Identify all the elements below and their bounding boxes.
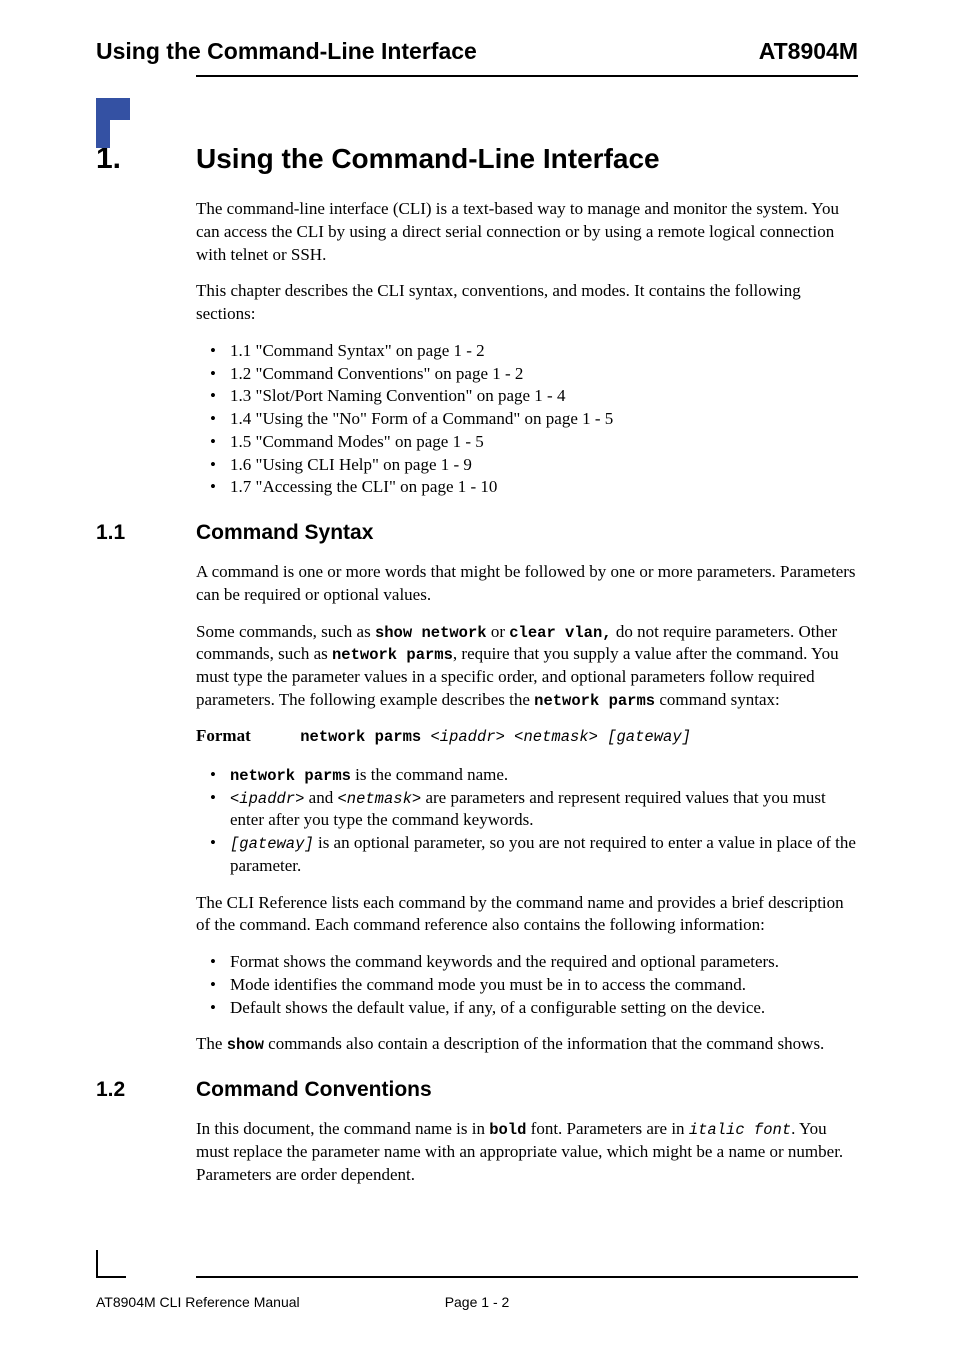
text: Some commands, such as — [196, 622, 375, 641]
header-rule — [196, 75, 858, 77]
s12-paragraph-1: In this document, the command name is in… — [196, 1118, 858, 1186]
section-number: 1.1 — [96, 521, 196, 545]
s11-paragraph-3: The CLI Reference lists each command by … — [196, 892, 858, 938]
footer-page-number: Page 1 - 2 — [96, 1294, 858, 1310]
code-show: show — [227, 1036, 264, 1054]
s11-paragraph-2: Some commands, such as show network or c… — [196, 621, 858, 712]
list-item: Mode identifies the command mode you mus… — [196, 974, 858, 997]
code-netmask: <netmask> — [337, 790, 421, 808]
page-header: Using the Command-Line Interface AT8904M — [96, 38, 858, 65]
code-network-parms: network parms — [230, 767, 351, 785]
s11-paragraph-4: The show commands also contain a descrip… — [196, 1033, 858, 1056]
list-item: Default shows the default value, if any,… — [196, 997, 858, 1020]
section-1-2-heading: 1.2 Command Conventions — [96, 1078, 858, 1102]
toc-item: 1.1 "Command Syntax" on page 1 - 2 — [196, 340, 858, 363]
text: is an optional parameter, so you are not… — [230, 833, 856, 875]
toc-list: 1.1 "Command Syntax" on page 1 - 2 1.2 "… — [196, 340, 858, 499]
code-bold: bold — [489, 1121, 526, 1139]
text: and — [304, 788, 337, 807]
text: commands also contain a description of t… — [264, 1034, 824, 1053]
text: or — [487, 622, 510, 641]
intro-paragraph-1: The command-line interface (CLI) is a te… — [196, 198, 858, 266]
header-right: AT8904M — [759, 38, 858, 65]
toc-item: 1.4 "Using the "No" Form of a Command" o… — [196, 408, 858, 431]
section-1-1-heading: 1.1 Command Syntax — [96, 521, 858, 545]
code-show-network: show network — [375, 624, 487, 642]
text: is the command name. — [351, 765, 508, 784]
text: font. Parameters are in — [526, 1119, 688, 1138]
header-left: Using the Command-Line Interface — [96, 38, 477, 65]
intro-paragraph-2: This chapter describes the CLI syntax, c… — [196, 280, 858, 326]
code-ipaddr: <ipaddr> — [230, 790, 304, 808]
format-label: Format — [196, 726, 296, 746]
code-network-parms: network parms — [534, 692, 655, 710]
info-bullets: Format shows the command keywords and th… — [196, 951, 858, 1019]
footer-rule — [196, 1276, 858, 1278]
footer-corner-icon — [96, 1250, 110, 1278]
toc-item: 1.2 "Command Conventions" on page 1 - 2 — [196, 363, 858, 386]
section-title: Command Conventions — [196, 1078, 432, 1102]
chapter-number: 1. — [96, 142, 196, 176]
format-args: <ipaddr> <netmask> [gateway] — [421, 728, 691, 746]
list-item: <ipaddr> and <netmask> are parameters an… — [196, 787, 858, 833]
format-row: Format network parms <ipaddr> <netmask> … — [196, 726, 858, 746]
text: In this document, the command name is in — [196, 1119, 489, 1138]
toc-item: 1.3 "Slot/Port Naming Convention" on pag… — [196, 385, 858, 408]
text: The — [196, 1034, 227, 1053]
format-command: network parms — [300, 728, 421, 746]
code-gateway: [gateway] — [230, 835, 314, 853]
code-network-parms: network parms — [332, 646, 453, 664]
toc-item: 1.6 "Using CLI Help" on page 1 - 9 — [196, 454, 858, 477]
toc-item: 1.7 "Accessing the CLI" on page 1 - 10 — [196, 476, 858, 499]
list-item: [gateway] is an optional parameter, so y… — [196, 832, 858, 878]
code-clear-vlan: clear vlan, — [509, 624, 611, 642]
chapter-heading: 1. Using the Command-Line Interface — [96, 142, 858, 176]
section-title: Command Syntax — [196, 521, 373, 545]
syntax-bullets: network parms is the command name. <ipad… — [196, 764, 858, 878]
toc-item: 1.5 "Command Modes" on page 1 - 5 — [196, 431, 858, 454]
code-italic-font: italic font — [689, 1121, 791, 1139]
chapter-title: Using the Command-Line Interface — [196, 143, 660, 175]
list-item: network parms is the command name. — [196, 764, 858, 787]
text: command syntax: — [655, 690, 780, 709]
page-footer: AT8904M CLI Reference Manual Page 1 - 2 — [96, 1294, 858, 1310]
list-item: Format shows the command keywords and th… — [196, 951, 858, 974]
section-number: 1.2 — [96, 1078, 196, 1102]
s11-paragraph-1: A command is one or more words that migh… — [196, 561, 858, 607]
corner-decoration-icon — [96, 98, 130, 120]
